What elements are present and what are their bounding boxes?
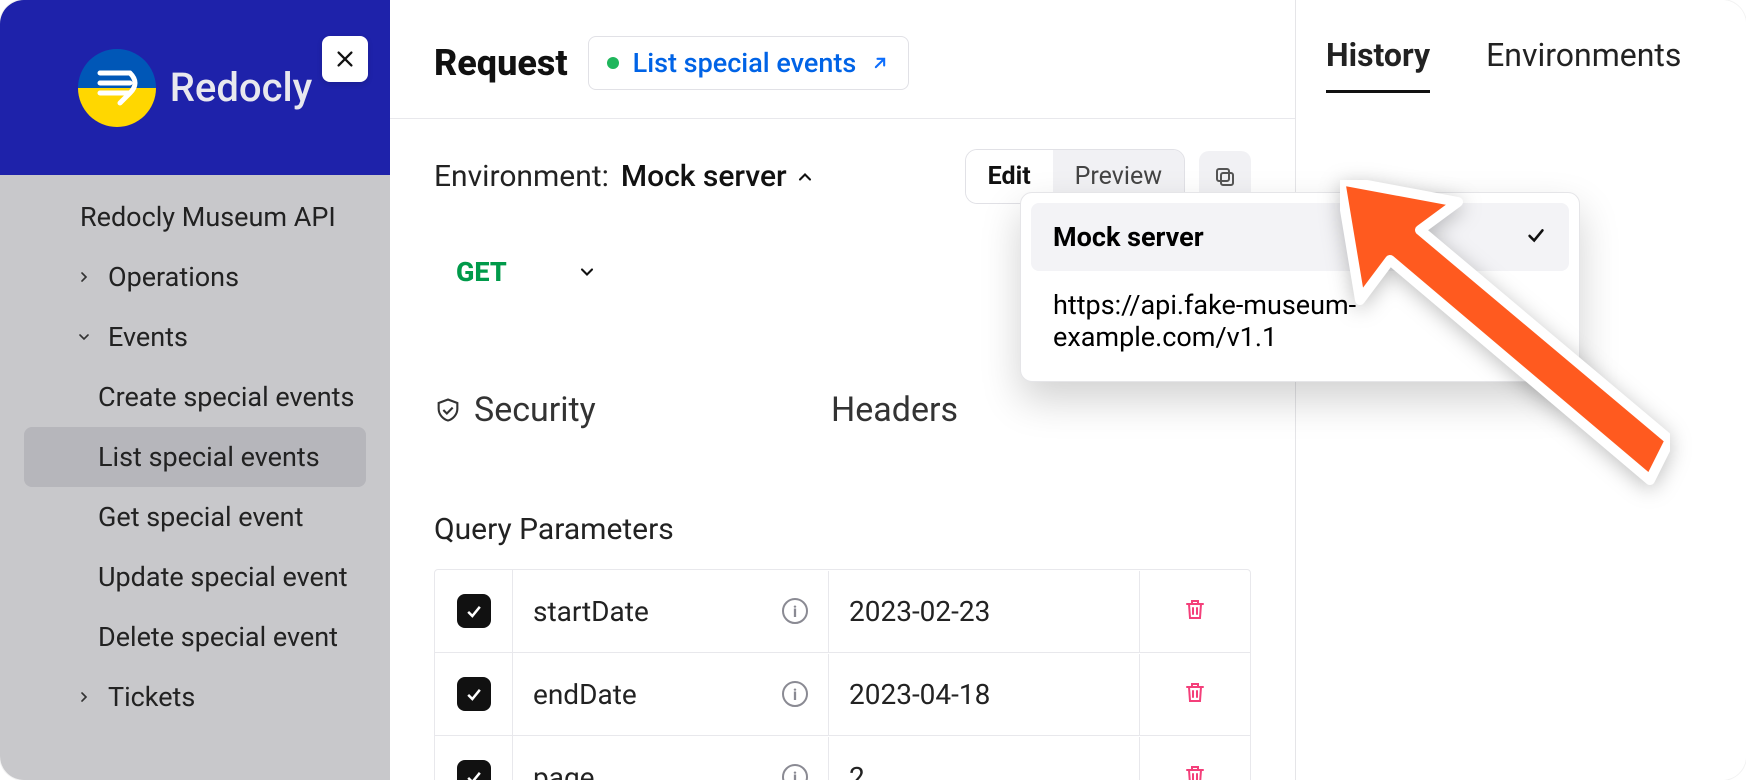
sidebar-item-label: Redocly Museum API — [80, 201, 336, 233]
environment-option-label: https://api.fake-museum-example.com/v1.1 — [1053, 289, 1547, 353]
brand-name: Redocly — [170, 64, 313, 111]
sidebar-item-label: Delete special event — [98, 621, 338, 653]
sidebar-item-events[interactable]: Events — [0, 307, 390, 367]
info-icon[interactable]: i — [782, 681, 808, 707]
environment-option-label: Mock server — [1053, 221, 1204, 253]
query-params-table: startDate i 2023-02-23 endDate i 2023-04-18 pa… — [434, 569, 1251, 780]
sidebar-nav: Redocly Museum API Operations Events Create… — [0, 175, 390, 739]
sidebar-item-delete-special-event[interactable]: Delete special event — [0, 607, 390, 667]
param-enabled-checkbox[interactable] — [457, 760, 491, 780]
sidebar-item-redocly-museum-api[interactable]: Redocly Museum API — [0, 187, 390, 247]
sidebar-item-list-special-events[interactable]: List special events — [24, 427, 366, 487]
delete-param-button[interactable] — [1183, 595, 1207, 628]
sidebar-item-create-special-events[interactable]: Create special events — [0, 367, 390, 427]
brand-logo: Redocly — [78, 49, 313, 127]
sidebar-item-label: Get special event — [98, 501, 303, 533]
param-enabled-checkbox[interactable] — [457, 677, 491, 711]
tab-security-label: Security — [474, 390, 596, 430]
param-name: startDate — [533, 595, 649, 628]
close-icon — [334, 48, 356, 70]
param-name: endDate — [533, 678, 637, 711]
info-icon[interactable]: i — [782, 764, 808, 780]
http-method: GET — [456, 256, 507, 288]
param-value[interactable]: 2023-02-23 — [849, 595, 990, 628]
tab-environments[interactable]: Environments — [1486, 36, 1681, 93]
environment-label: Environment: — [434, 159, 609, 194]
copy-icon — [1213, 165, 1237, 189]
main-panel: Request List special events Environment:… — [390, 0, 1746, 780]
environment-option[interactable]: https://api.fake-museum-example.com/v1.1 — [1031, 271, 1569, 371]
sidebar-item-label: Update special event — [98, 561, 348, 593]
param-value[interactable]: 2 — [849, 761, 865, 780]
environment-selector[interactable]: Mock server — [621, 159, 815, 194]
chevron-down-icon — [577, 262, 597, 282]
request-title: Request — [434, 42, 568, 84]
close-sidebar-button[interactable] — [322, 36, 368, 82]
sidebar: Redocly Redocly Museum API Operations Even… — [0, 0, 390, 780]
tab-history[interactable]: History — [1326, 36, 1430, 93]
table-row: page i 2 — [435, 735, 1250, 780]
environment-option[interactable]: Mock server — [1031, 203, 1569, 271]
delete-param-button[interactable] — [1183, 678, 1207, 711]
sidebar-item-get-special-event[interactable]: Get special event — [0, 487, 390, 547]
http-method-selector[interactable]: GET — [434, 238, 619, 306]
chevron-right-icon — [70, 689, 98, 705]
sidebar-item-label: Operations — [108, 261, 239, 293]
operation-label: List special events — [633, 47, 857, 79]
param-name: page — [533, 761, 595, 780]
sidebar-item-label: List special events — [98, 441, 320, 473]
sidebar-item-tickets[interactable]: Tickets — [0, 667, 390, 727]
chevron-up-icon — [795, 167, 815, 187]
status-dot-icon — [607, 57, 619, 69]
redocly-logo-icon — [78, 49, 156, 127]
chevron-down-icon — [70, 329, 98, 345]
sidebar-item-label: Create special events — [98, 381, 354, 413]
param-enabled-checkbox[interactable] — [457, 594, 491, 628]
param-value[interactable]: 2023-04-18 — [849, 678, 990, 711]
sidebar-item-update-special-event[interactable]: Update special event — [0, 547, 390, 607]
shield-icon — [434, 396, 462, 424]
query-params-heading: Query Parameters — [434, 512, 1251, 547]
right-panel: History Environments — [1296, 0, 1746, 780]
external-link-icon — [870, 53, 890, 73]
table-row: startDate i 2023-02-23 — [435, 570, 1250, 652]
table-row: endDate i 2023-04-18 — [435, 652, 1250, 735]
environment-value: Mock server — [621, 159, 787, 194]
delete-param-button[interactable] — [1183, 761, 1207, 780]
tab-security[interactable]: Security — [434, 390, 596, 430]
info-icon[interactable]: i — [782, 598, 808, 624]
operation-chip[interactable]: List special events — [588, 36, 910, 90]
check-icon — [1525, 221, 1547, 253]
tab-headers-label: Headers — [831, 390, 958, 430]
request-panel: Request List special events Environment:… — [390, 0, 1296, 780]
chevron-right-icon — [70, 269, 98, 285]
sidebar-item-label: Events — [108, 321, 188, 353]
sidebar-header: Redocly — [0, 0, 390, 175]
sidebar-item-label: Tickets — [108, 681, 195, 713]
sidebar-item-operations[interactable]: Operations — [0, 247, 390, 307]
environment-dropdown: Mock server https://api.fake-museum-examp… — [1020, 192, 1580, 382]
